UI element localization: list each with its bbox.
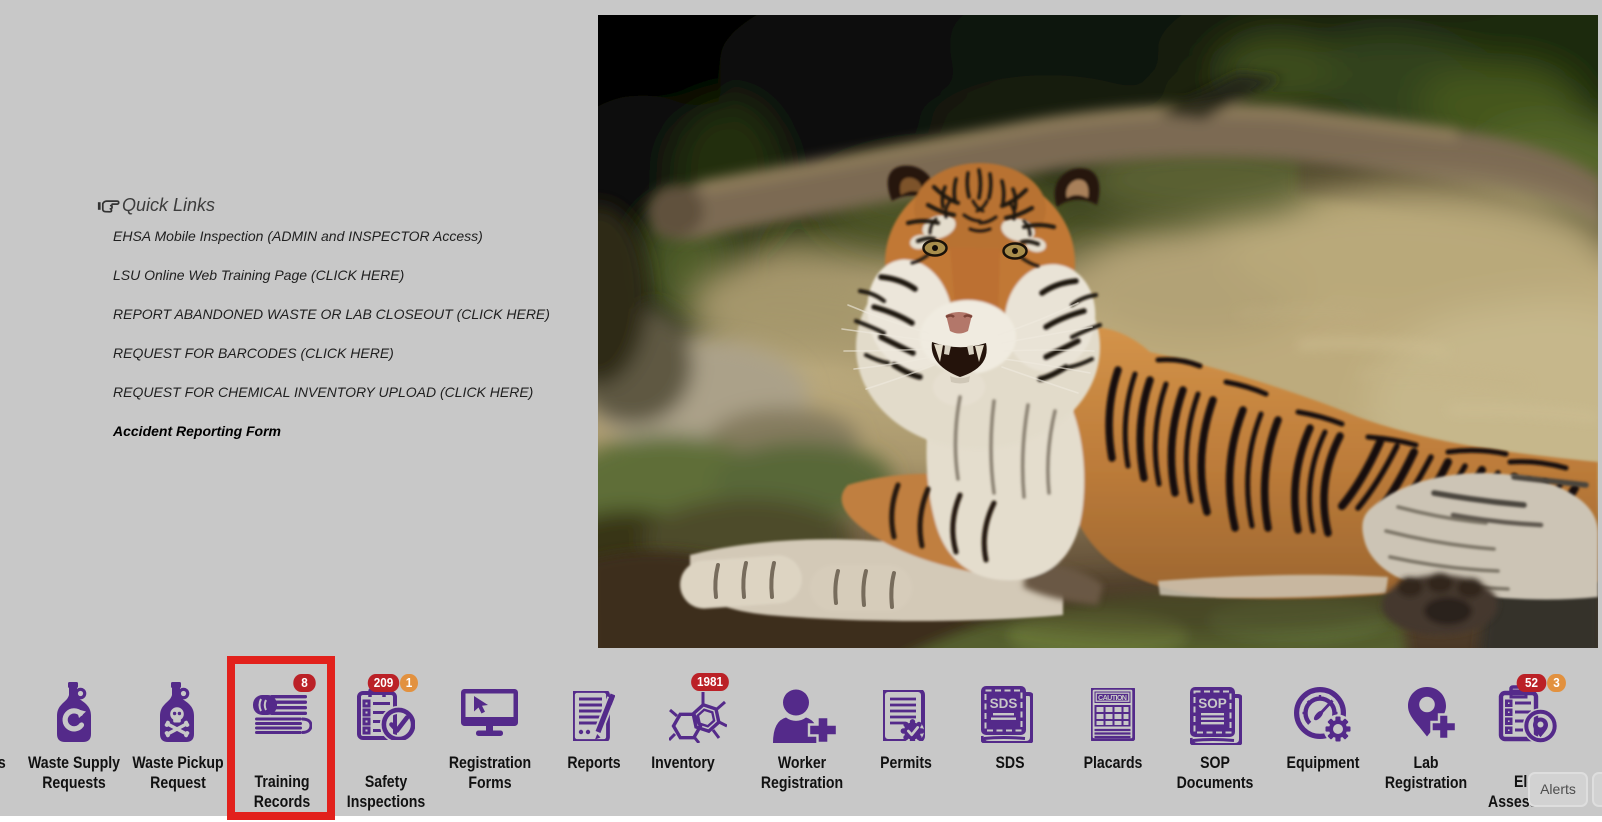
svg-text:CAUTION: CAUTION xyxy=(1098,693,1127,702)
svg-text:SDS: SDS xyxy=(990,696,1018,711)
svg-text:SOP: SOP xyxy=(1198,696,1227,711)
